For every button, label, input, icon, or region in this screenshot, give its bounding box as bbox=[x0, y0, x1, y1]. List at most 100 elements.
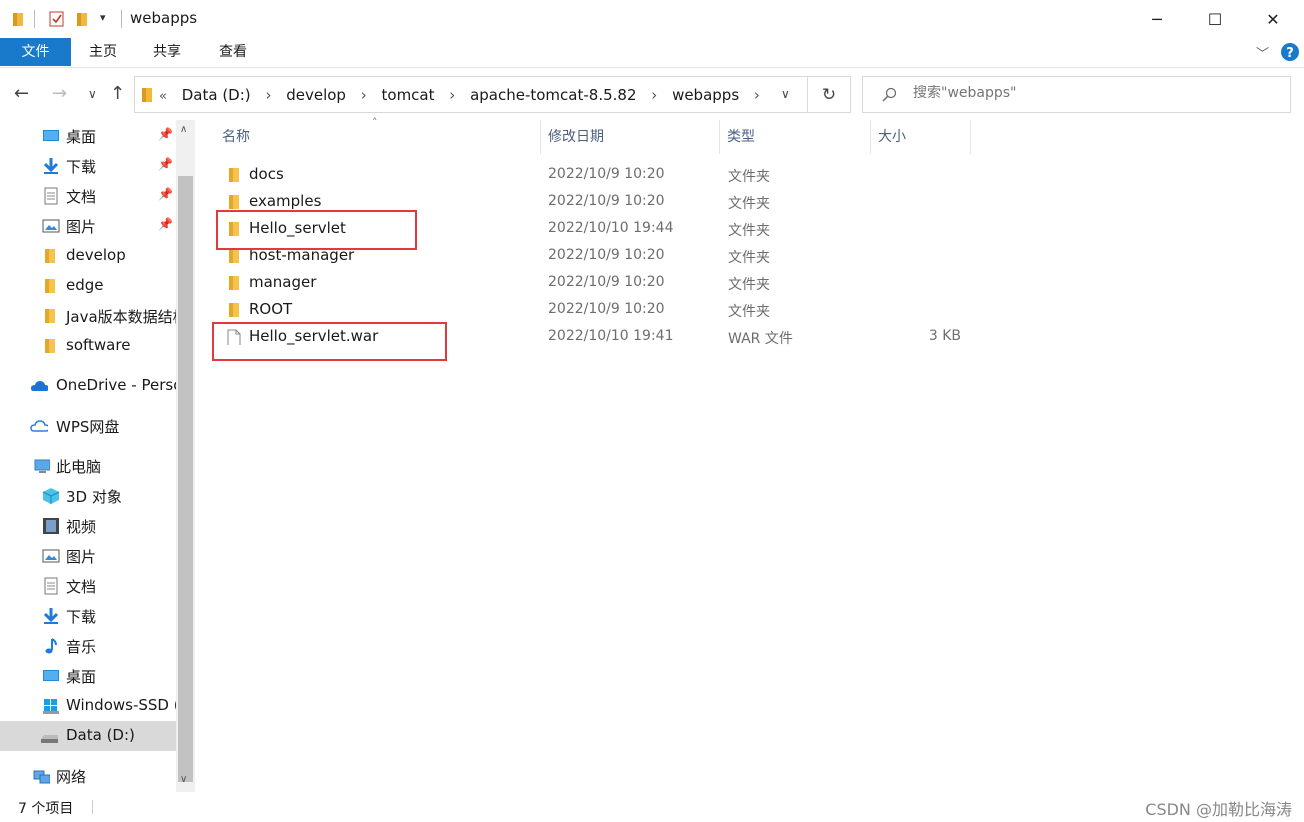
sidebar-scrollbar[interactable]: ∧ ∨ bbox=[176, 120, 195, 792]
sidebar-item-pictures-pinned[interactable]: 图片 📌 bbox=[0, 211, 176, 241]
sidebar-item-documents[interactable]: 文档 bbox=[0, 571, 176, 601]
sidebar-item-windows-ssd[interactable]: Windows-SSD (C:) bbox=[0, 691, 176, 721]
onedrive-icon bbox=[31, 381, 48, 391]
back-icon[interactable]: ← bbox=[14, 83, 29, 104]
sidebar-item-pictures[interactable]: 图片 bbox=[0, 541, 176, 571]
download-icon bbox=[43, 608, 59, 624]
sidebar-item-label: software bbox=[66, 336, 131, 354]
sidebar-item-data-drive[interactable]: Data (D:) bbox=[0, 721, 176, 751]
file-type: 文件夹 bbox=[728, 277, 770, 293]
sidebar-item-music[interactable]: 音乐 bbox=[0, 631, 176, 661]
sidebar-item-downloads[interactable]: 下载 bbox=[0, 601, 176, 631]
refresh-button[interactable]: ↻ bbox=[808, 76, 851, 113]
sidebar-item-onedrive[interactable]: OneDrive - Personal bbox=[0, 371, 176, 401]
sidebar-item-downloads-pinned[interactable]: 下载 📌 bbox=[0, 151, 176, 181]
search-box[interactable] bbox=[862, 76, 1291, 113]
videos-icon bbox=[43, 518, 59, 534]
overflow-chevron-icon[interactable]: « bbox=[159, 89, 167, 104]
search-icon bbox=[882, 87, 897, 102]
folder-icon bbox=[229, 276, 239, 290]
maximize-button[interactable]: ☐ bbox=[1186, 0, 1244, 38]
sidebar-item-label: Windows-SSD (C:) bbox=[66, 696, 176, 714]
file-row[interactable]: ROOT 2022/10/9 10:20 文件夹 bbox=[210, 297, 1190, 324]
sidebar-item-videos[interactable]: 视频 bbox=[0, 511, 176, 541]
tab-home[interactable]: 主页 bbox=[78, 38, 128, 66]
file-type: 文件夹 bbox=[728, 169, 770, 185]
file-row[interactable]: docs 2022/10/9 10:20 文件夹 bbox=[210, 162, 1190, 189]
sidebar-item-java-data-structures[interactable]: Java版本数据结构 bbox=[0, 301, 176, 331]
forward-icon[interactable]: → bbox=[52, 83, 67, 104]
sidebar-item-label: 音乐 bbox=[66, 638, 97, 656]
minimize-icon: ─ bbox=[1152, 9, 1162, 29]
sidebar-item-label: 此电脑 bbox=[56, 458, 102, 476]
breadcrumb-separator-icon[interactable]: › bbox=[361, 86, 367, 104]
download-icon bbox=[43, 158, 59, 174]
sidebar-item-label: 视频 bbox=[66, 518, 97, 536]
folder-icon bbox=[229, 168, 239, 182]
recent-locations-icon[interactable]: ∨ bbox=[88, 87, 97, 101]
scroll-down-icon[interactable]: ∨ bbox=[180, 774, 187, 785]
new-folder-icon[interactable] bbox=[76, 11, 90, 27]
close-button[interactable]: ✕ bbox=[1244, 0, 1302, 38]
sidebar-item-edge[interactable]: edge bbox=[0, 271, 176, 301]
scroll-up-icon[interactable]: ∧ bbox=[180, 124, 187, 135]
column-header-name[interactable]: 名称 bbox=[216, 120, 541, 154]
folder-icon bbox=[142, 88, 152, 102]
highlight-box-hello-servlet-war bbox=[212, 322, 447, 361]
file-date: 2022/10/9 10:20 bbox=[548, 193, 665, 209]
search-input[interactable] bbox=[913, 85, 1273, 101]
breadcrumb-tomcat[interactable]: tomcat bbox=[382, 86, 435, 104]
close-icon: ✕ bbox=[1266, 9, 1280, 29]
sidebar-item-this-pc[interactable]: 此电脑 bbox=[0, 451, 176, 481]
breadcrumb-separator-icon[interactable]: › bbox=[651, 86, 657, 104]
scrollbar-thumb[interactable] bbox=[178, 176, 193, 782]
sidebar-item-label: Data (D:) bbox=[66, 726, 135, 744]
address-bar[interactable]: « Data (D:) › develop › tomcat › apache-… bbox=[134, 76, 808, 113]
breadcrumb-separator-icon[interactable]: › bbox=[449, 86, 455, 104]
file-name: docs bbox=[249, 165, 284, 183]
file-date: 2022/10/9 10:20 bbox=[548, 166, 665, 182]
column-header-size[interactable]: 大小 bbox=[872, 120, 971, 154]
tab-file[interactable]: 文件 bbox=[0, 38, 71, 66]
item-count: 7 个项目 bbox=[18, 801, 74, 817]
breadcrumb-separator-icon[interactable]: › bbox=[754, 86, 760, 104]
sidebar-item-3d-objects[interactable]: 3D 对象 bbox=[0, 481, 176, 511]
breadcrumb-develop[interactable]: develop bbox=[286, 86, 346, 104]
file-date: 2022/10/9 10:20 bbox=[548, 247, 665, 263]
help-icon[interactable]: ? bbox=[1280, 42, 1300, 62]
sidebar-item-documents-pinned[interactable]: 文档 📌 bbox=[0, 181, 176, 211]
breadcrumb-separator-icon[interactable]: › bbox=[265, 86, 271, 104]
sidebar-item-software[interactable]: software bbox=[0, 331, 176, 361]
expand-ribbon-icon[interactable]: ﹀ bbox=[1256, 43, 1269, 62]
column-header-date-modified[interactable]: 修改日期 bbox=[542, 120, 720, 154]
sidebar-item-label: 图片 bbox=[66, 218, 97, 236]
folder-icon bbox=[229, 303, 239, 317]
sidebar-item-wps-cloud[interactable]: WPS网盘 bbox=[0, 411, 176, 441]
breadcrumb-data-drive[interactable]: Data (D:) bbox=[182, 86, 251, 104]
file-name: manager bbox=[249, 273, 317, 291]
breadcrumb-apache-tomcat[interactable]: apache-tomcat-8.5.82 bbox=[470, 86, 636, 104]
watermark: CSDN @加勒比海涛 bbox=[1145, 800, 1292, 819]
tab-share[interactable]: 共享 bbox=[142, 38, 192, 66]
sidebar-item-desktop[interactable]: 桌面 bbox=[0, 661, 176, 691]
pin-icon: 📌 bbox=[158, 217, 173, 231]
sidebar-item-label: Java版本数据结构 bbox=[66, 308, 176, 326]
tab-view[interactable]: 查看 bbox=[208, 38, 258, 66]
address-history-icon[interactable]: ∨ bbox=[781, 87, 790, 101]
properties-icon[interactable] bbox=[48, 11, 66, 27]
sidebar-item-network[interactable]: 网络 bbox=[0, 761, 176, 791]
document-icon bbox=[44, 577, 58, 595]
column-header-type[interactable]: 类型 bbox=[721, 120, 871, 154]
folder-icon bbox=[45, 339, 55, 353]
file-row[interactable]: manager 2022/10/9 10:20 文件夹 bbox=[210, 270, 1190, 297]
folder-icon bbox=[229, 249, 239, 263]
sidebar-item-develop[interactable]: develop bbox=[0, 241, 176, 271]
folder-icon bbox=[45, 279, 55, 293]
up-icon[interactable]: ↑ bbox=[110, 83, 125, 104]
desktop-icon bbox=[43, 130, 59, 141]
minimize-button[interactable]: ─ bbox=[1128, 0, 1186, 38]
file-type: 文件夹 bbox=[728, 223, 770, 239]
customize-quick-access-icon[interactable]: ▾ bbox=[100, 11, 106, 24]
sidebar-item-desktop-pinned[interactable]: 桌面 📌 bbox=[0, 121, 176, 151]
breadcrumb-webapps[interactable]: webapps bbox=[672, 86, 739, 104]
